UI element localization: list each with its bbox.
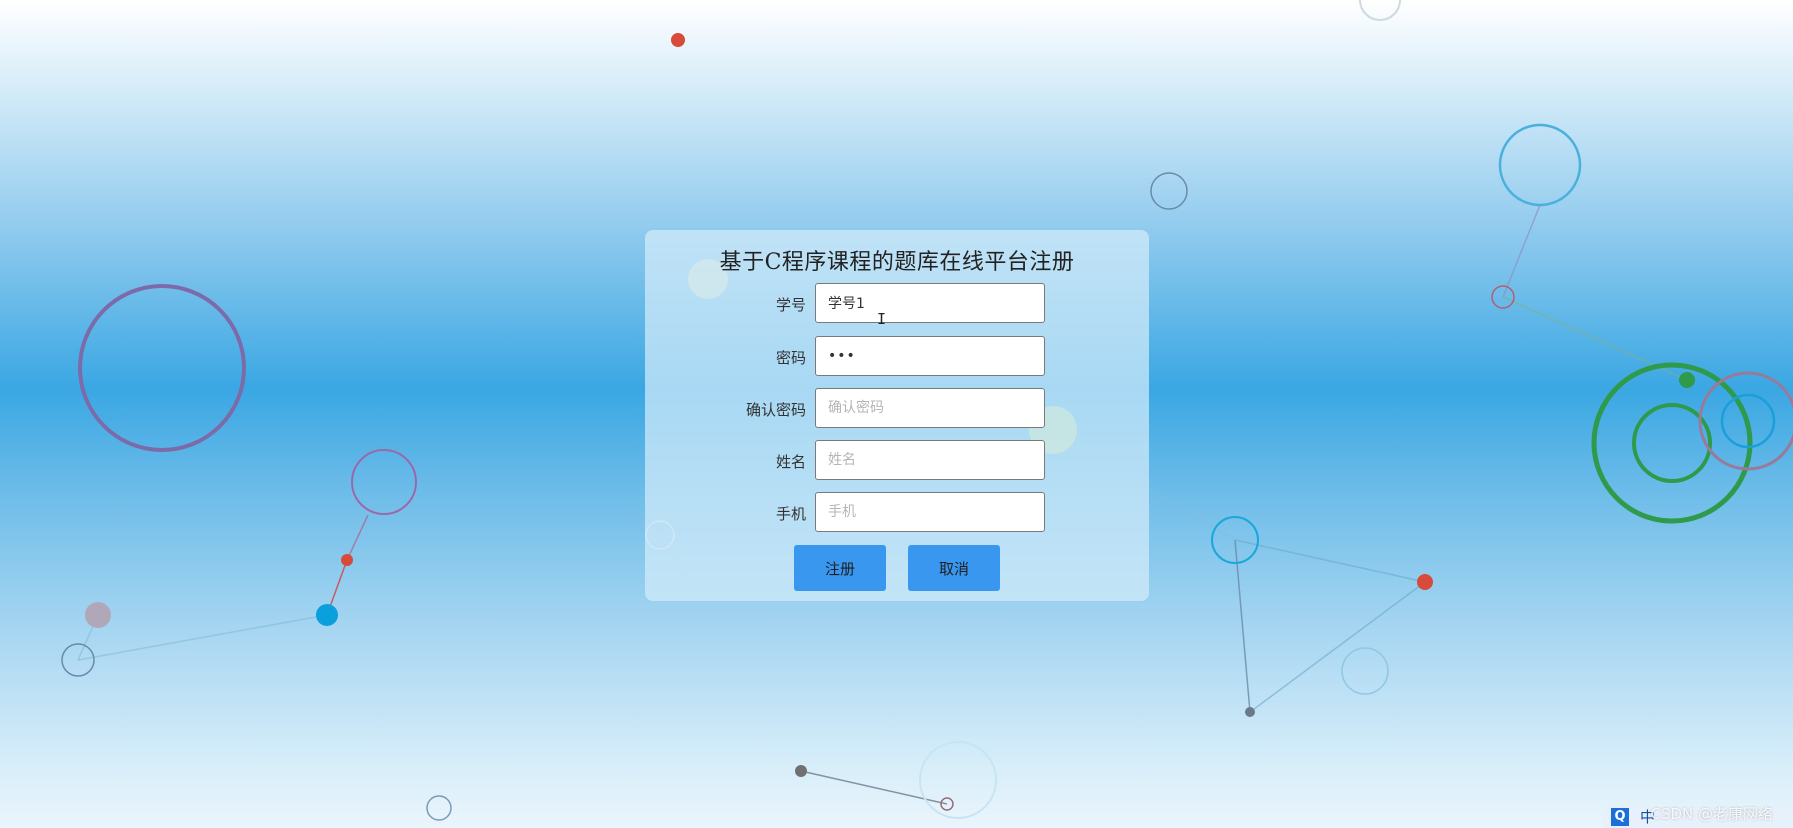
form-row-confirm-password: 确认密码 — [645, 388, 1149, 430]
register-panel: 基于C程序课程的题库在线平台注册 学号 密码 确认密码 姓名 手机 注册 取消 — [645, 230, 1149, 601]
confirm-password-input[interactable] — [815, 388, 1045, 428]
name-label: 姓名 — [775, 453, 806, 471]
phone-input[interactable] — [815, 492, 1045, 532]
password-input[interactable] — [815, 336, 1045, 376]
form-row-phone: 手机 — [645, 492, 1149, 534]
password-label: 密码 — [775, 349, 806, 367]
text-cursor-icon: I — [877, 310, 887, 328]
ime-logo-icon[interactable]: Q — [1611, 808, 1629, 826]
page-title: 基于C程序课程的题库在线平台注册 — [719, 250, 1075, 275]
form-row-student-id: 学号 — [645, 283, 1149, 325]
register-button[interactable]: 注册 — [794, 545, 886, 591]
confirm-password-label: 确认密码 — [745, 401, 806, 419]
name-input[interactable] — [815, 440, 1045, 480]
cancel-button[interactable]: 取消 — [908, 545, 1000, 591]
form-row-password: 密码 — [645, 336, 1149, 378]
phone-label: 手机 — [775, 505, 806, 523]
student-id-label: 学号 — [775, 296, 806, 314]
student-id-input[interactable] — [815, 283, 1045, 323]
watermark: CSDN @老康网络 — [1650, 805, 1773, 823]
form-row-name: 姓名 — [645, 440, 1149, 482]
